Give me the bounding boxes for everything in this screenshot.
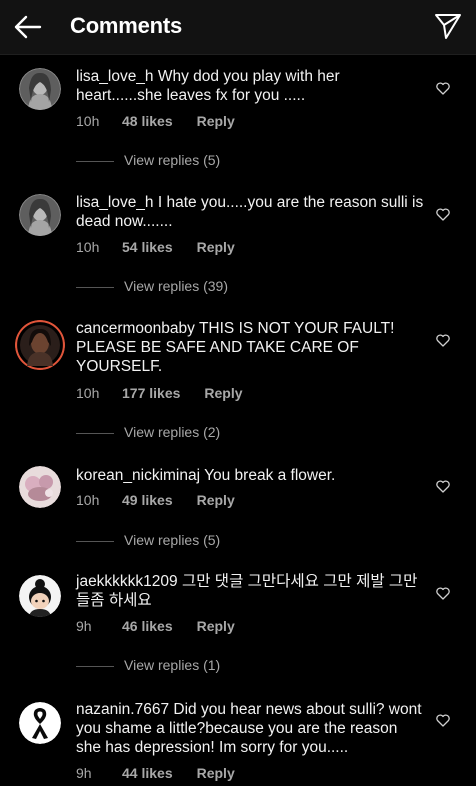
- comment-likes[interactable]: 44 likes: [122, 765, 173, 781]
- view-replies-label[interactable]: View replies (2): [124, 424, 220, 440]
- like-heart-icon[interactable]: [436, 334, 450, 347]
- comment-text: jaekkkkkk1209 그만 댓글 그만다세요 그만 제발 그만들좀 하세요: [76, 572, 426, 610]
- comment-text: nazanin.7667 Did you hear news about sul…: [76, 700, 426, 757]
- reply-button[interactable]: Reply: [197, 113, 235, 129]
- replies-divider: [76, 287, 114, 288]
- replies-divider: [76, 161, 114, 162]
- comment-time: 10h: [76, 492, 100, 508]
- comment-meta: 10h 54 likes Reply: [76, 239, 235, 255]
- reply-button[interactable]: Reply: [204, 385, 242, 401]
- avatar[interactable]: [19, 575, 61, 617]
- reply-button[interactable]: Reply: [197, 618, 235, 634]
- comment-username[interactable]: lisa_love_h: [76, 68, 154, 85]
- comment-text: lisa_love_h Why dod you play with her he…: [76, 67, 426, 105]
- comment-likes[interactable]: 54 likes: [122, 239, 173, 255]
- top-bar: Comments: [0, 0, 476, 55]
- replies-divider: [76, 433, 114, 434]
- reply-button[interactable]: Reply: [197, 239, 235, 255]
- comment-text: korean_nickiminaj You break a flower.: [76, 466, 426, 485]
- like-heart-icon[interactable]: [436, 587, 450, 600]
- comment-meta: 9h 44 likes Reply: [76, 765, 235, 781]
- view-replies-button[interactable]: View replies (5): [76, 532, 376, 550]
- view-replies-label[interactable]: View replies (5): [124, 532, 220, 548]
- comment-text: lisa_love_h I hate you.....you are the r…: [76, 193, 426, 231]
- back-arrow-icon[interactable]: [12, 12, 44, 42]
- comment-username[interactable]: korean_nickiminaj: [76, 467, 200, 484]
- avatar[interactable]: [19, 466, 61, 508]
- replies-divider: [76, 666, 114, 667]
- direct-message-icon[interactable]: [434, 12, 462, 40]
- comment-meta: 10h 49 likes Reply: [76, 492, 235, 508]
- comment-likes[interactable]: 48 likes: [122, 113, 173, 129]
- comment-likes[interactable]: 46 likes: [122, 618, 173, 634]
- comment-likes[interactable]: 177 likes: [122, 385, 180, 401]
- avatar[interactable]: [15, 320, 65, 370]
- view-replies-label[interactable]: View replies (39): [124, 278, 228, 294]
- view-replies-button[interactable]: View replies (1): [76, 657, 376, 675]
- comment-likes[interactable]: 49 likes: [122, 492, 173, 508]
- page-title: Comments: [70, 13, 183, 38]
- comment-time: 10h: [76, 385, 100, 401]
- comment-time: 9h: [76, 618, 92, 634]
- avatar[interactable]: [19, 194, 61, 236]
- like-heart-icon[interactable]: [436, 208, 450, 221]
- comment-username[interactable]: jaekkkkkk1209: [76, 573, 178, 590]
- comment-meta: 10h 177 likes Reply: [76, 385, 243, 401]
- like-heart-icon[interactable]: [436, 82, 450, 95]
- comment-time: 10h: [76, 113, 100, 129]
- comment-text: cancermoonbaby THIS IS NOT YOUR FAULT! P…: [76, 319, 426, 376]
- avatar[interactable]: [19, 68, 61, 110]
- view-replies-button[interactable]: View replies (39): [76, 278, 376, 296]
- comment-time: 9h: [76, 765, 92, 781]
- view-replies-button[interactable]: View replies (2): [76, 424, 376, 442]
- like-heart-icon[interactable]: [436, 480, 450, 493]
- reply-button[interactable]: Reply: [197, 492, 235, 508]
- comment-meta: 10h 48 likes Reply: [76, 113, 235, 129]
- view-replies-label[interactable]: View replies (5): [124, 152, 220, 168]
- comment-username[interactable]: lisa_love_h: [76, 194, 154, 211]
- view-replies-label[interactable]: View replies (1): [124, 657, 220, 673]
- comment-time: 10h: [76, 239, 100, 255]
- comment-body: You break a flower.: [204, 467, 336, 484]
- comment-username[interactable]: nazanin.7667: [76, 701, 169, 718]
- comment-meta: 9h 46 likes Reply: [76, 618, 235, 634]
- like-heart-icon[interactable]: [436, 714, 450, 727]
- view-replies-button[interactable]: View replies (5): [76, 152, 376, 170]
- avatar[interactable]: [19, 702, 61, 744]
- reply-button[interactable]: Reply: [197, 765, 235, 781]
- replies-divider: [76, 541, 114, 542]
- comment-username[interactable]: cancermoonbaby: [76, 320, 195, 337]
